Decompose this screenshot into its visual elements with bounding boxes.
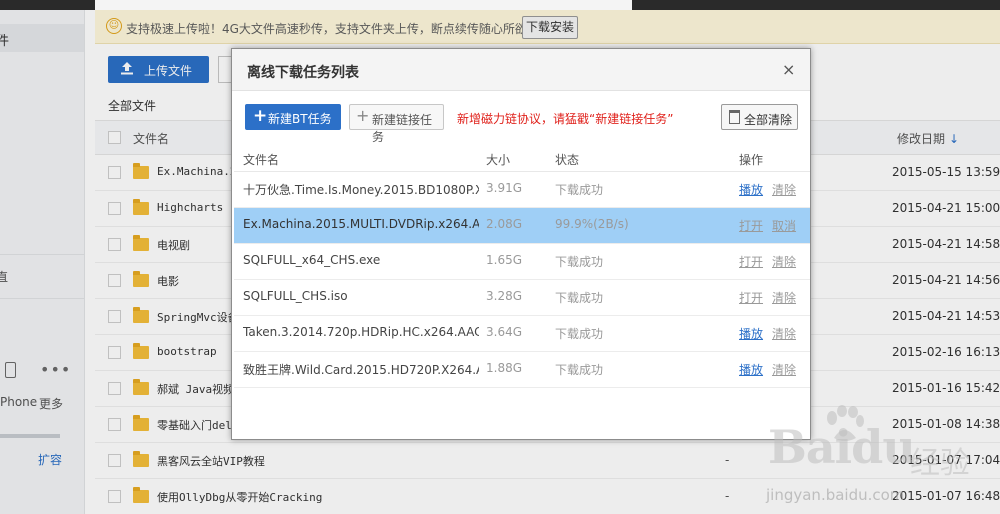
clear-link[interactable]: 清除: [772, 325, 796, 342]
watermark-url: jingyan.baidu.com: [766, 486, 905, 504]
clear-link[interactable]: 清除: [772, 181, 796, 198]
task-row[interactable]: Taken.3.2014.720p.HDRip.HC.x264.AAC2.0-.…: [234, 316, 810, 352]
clear-link[interactable]: 清除: [772, 361, 796, 378]
open-link[interactable]: 打开: [739, 217, 763, 234]
play-link[interactable]: 播放: [739, 325, 763, 342]
name-column-header: 文件名: [243, 153, 280, 167]
task-size: 1.88G: [486, 361, 523, 375]
task-status: 99.9%(2B/s): [555, 217, 629, 231]
open-link[interactable]: 打开: [739, 289, 763, 306]
new-link-task-label: 新建链接任务: [372, 113, 433, 144]
watermark-cn: 经验: [910, 446, 970, 481]
dialog-header: 离线下载任务列表 ×: [232, 49, 810, 91]
new-link-task-button[interactable]: + 新建链接任务: [349, 104, 444, 144]
task-row[interactable]: 致胜王牌.Wild.Card.2015.HD720P.X264.AAC... 1…: [234, 352, 810, 388]
baidu-jingyan-watermark: Baidu 经验 jingyan.baidu.com: [760, 400, 1000, 514]
task-status: 下载成功: [555, 255, 604, 269]
plus-icon: +: [253, 106, 268, 126]
task-name: SQLFULL_x64_CHS.exe: [243, 253, 381, 267]
play-link[interactable]: 播放: [739, 361, 763, 378]
watermark-brand-a: Bai: [768, 420, 852, 474]
clear-link[interactable]: 清除: [772, 289, 796, 306]
task-row[interactable]: Ex.Machina.2015.MULTI.DVDRip.x264.AC3-R.…: [234, 208, 810, 244]
task-status: 下载成功: [555, 327, 604, 341]
task-row[interactable]: 十万伙急.Time.Is.Money.2015.BD1080P.X26... 3…: [234, 172, 810, 208]
size-column-header: 大小: [486, 153, 511, 167]
play-link[interactable]: 播放: [739, 181, 763, 198]
new-bt-task-button[interactable]: + 新建BT任务: [245, 104, 341, 130]
open-link[interactable]: 打开: [739, 253, 763, 270]
clear-all-button[interactable]: 全部清除: [721, 104, 798, 130]
clear-all-label: 全部清除: [744, 113, 793, 127]
top-strip: [0, 0, 1000, 10]
close-icon[interactable]: ×: [782, 60, 795, 79]
task-name: Taken.3.2014.720p.HDRip.HC.x264.AAC2.0-.…: [243, 325, 479, 339]
task-size: 2.08G: [486, 217, 523, 231]
task-table: 文件名 大小 状态 操作 十万伙急.Time.Is.Money.2015.BD1…: [234, 142, 810, 388]
task-status: 下载成功: [555, 183, 604, 197]
task-size: 1.65G: [486, 253, 523, 267]
task-size: 3.28G: [486, 289, 523, 303]
new-bt-task-label: 新建BT任务: [268, 112, 332, 126]
task-name: Ex.Machina.2015.MULTI.DVDRip.x264.AC3-R.…: [243, 217, 479, 231]
top-strip-lit: [95, 0, 632, 10]
task-row[interactable]: SQLFULL_x64_CHS.exe 1.65G 下载成功 打开 清除: [234, 244, 810, 280]
task-row[interactable]: SQLFULL_CHS.iso 3.28G 下载成功 打开 清除: [234, 280, 810, 316]
task-name: 十万伙急.Time.Is.Money.2015.BD1080P.X26...: [243, 183, 479, 197]
watermark-brand-b: du: [851, 420, 916, 474]
cancel-link[interactable]: 取消: [772, 217, 796, 234]
task-table-header: 文件名 大小 状态 操作: [234, 142, 810, 172]
task-name: 致胜王牌.Wild.Card.2015.HD720P.X264.AAC...: [243, 363, 479, 377]
trash-icon: [729, 110, 740, 124]
action-column-header: 操作: [739, 153, 764, 167]
plus-icon: +: [356, 106, 370, 125]
offline-download-dialog: 离线下载任务列表 × + 新建BT任务 + 新建链接任务 新增磁力链协议，请猛戳…: [231, 48, 811, 440]
task-status: 下载成功: [555, 363, 604, 377]
task-status: 下载成功: [555, 291, 604, 305]
clear-link[interactable]: 清除: [772, 253, 796, 270]
magnet-promo-text: 新增磁力链协议，请猛戳“新建链接任务”: [457, 112, 674, 126]
status-column-header: 状态: [555, 153, 580, 167]
task-size: 3.64G: [486, 325, 523, 339]
watermark-brand: Baidu: [768, 420, 916, 474]
task-name: SQLFULL_CHS.iso: [243, 289, 348, 303]
task-size: 3.91G: [486, 181, 523, 195]
dialog-title: 离线下载任务列表: [247, 65, 359, 81]
